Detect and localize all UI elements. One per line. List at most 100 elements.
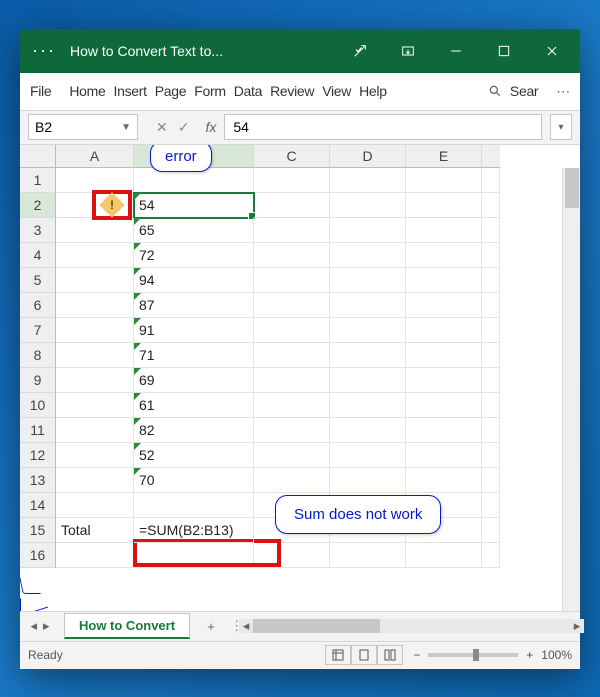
cell[interactable]: 69 [134, 368, 254, 393]
row-header[interactable]: 16 [20, 543, 56, 568]
ribbon-collapse-icon[interactable]: ⋯ [552, 83, 574, 100]
cell-b15[interactable]: =SUM(B2:B13) [134, 518, 254, 543]
cell[interactable] [330, 193, 406, 218]
row-header[interactable]: 5 [20, 268, 56, 293]
tab-file[interactable]: File [26, 83, 55, 99]
fx-icon[interactable]: fx [205, 119, 216, 135]
vertical-scrollbar[interactable] [562, 168, 580, 611]
cell[interactable] [254, 343, 330, 368]
add-sheet-button[interactable]: + [198, 613, 224, 639]
cell[interactable] [254, 418, 330, 443]
cell[interactable] [406, 393, 482, 418]
zoom-in-button[interactable]: + [526, 648, 533, 662]
row-header[interactable]: 7 [20, 318, 56, 343]
cell[interactable] [330, 168, 406, 193]
minimize-button[interactable] [432, 29, 480, 73]
cell[interactable] [406, 343, 482, 368]
row-header[interactable]: 15 [20, 518, 56, 543]
cell[interactable] [406, 443, 482, 468]
cell-a15[interactable]: Total [56, 518, 134, 543]
chevron-down-icon[interactable]: ▼ [121, 122, 131, 133]
cell[interactable] [330, 218, 406, 243]
row-header[interactable]: 4 [20, 243, 56, 268]
row-header[interactable]: 3 [20, 218, 56, 243]
cell[interactable] [330, 318, 406, 343]
tab-page[interactable]: Page [151, 83, 191, 99]
cell[interactable]: 87 [134, 293, 254, 318]
cell[interactable] [406, 318, 482, 343]
tab-review[interactable]: Review [266, 83, 318, 99]
cancel-formula-icon[interactable]: ✕ [156, 119, 168, 136]
tab-formulas[interactable]: Form [190, 83, 229, 99]
cell[interactable] [56, 318, 134, 343]
zoom-slider[interactable] [428, 653, 518, 657]
cell[interactable]: 70 [134, 468, 254, 493]
cell[interactable] [254, 318, 330, 343]
cell[interactable] [254, 368, 330, 393]
tab-insert[interactable]: Insert [110, 83, 151, 99]
cell[interactable] [330, 368, 406, 393]
cell[interactable] [56, 443, 134, 468]
cell[interactable] [330, 268, 406, 293]
cell[interactable] [56, 418, 134, 443]
cell[interactable] [330, 543, 406, 568]
cell[interactable] [134, 493, 254, 518]
sheet-tab-active[interactable]: How to Convert [64, 613, 190, 639]
search-button[interactable]: Sear [484, 83, 546, 99]
error-indicator[interactable]: ! [92, 190, 132, 220]
cell[interactable] [330, 243, 406, 268]
cell[interactable] [254, 193, 330, 218]
cell[interactable]: 82 [134, 418, 254, 443]
scrollbar-thumb[interactable] [253, 619, 380, 633]
cell[interactable] [56, 493, 134, 518]
cell[interactable] [330, 393, 406, 418]
cell[interactable] [406, 418, 482, 443]
cell[interactable]: 91 [134, 318, 254, 343]
cell[interactable] [254, 443, 330, 468]
cell[interactable] [56, 268, 134, 293]
sheet-nav[interactable]: ◂▸ [20, 618, 60, 634]
col-header-e[interactable]: E [406, 145, 482, 168]
horizontal-scrollbar[interactable]: ◂ ▸ [253, 619, 570, 633]
cell[interactable] [406, 168, 482, 193]
scroll-right-icon[interactable]: ▸ [570, 619, 584, 633]
col-header-c[interactable]: C [254, 145, 330, 168]
select-all-corner[interactable] [20, 145, 56, 168]
cell[interactable] [406, 293, 482, 318]
view-page-break-icon[interactable] [377, 645, 403, 665]
cell[interactable]: 61 [134, 393, 254, 418]
row-header[interactable]: 11 [20, 418, 56, 443]
formula-bar-expand-icon[interactable]: ▾ [550, 114, 572, 140]
col-header-a[interactable]: A [56, 145, 134, 168]
maximize-button[interactable] [480, 29, 528, 73]
cell[interactable] [56, 468, 134, 493]
view-normal-icon[interactable] [325, 645, 351, 665]
ribbon-display-icon[interactable] [384, 29, 432, 73]
close-button[interactable] [528, 29, 576, 73]
cell[interactable] [406, 243, 482, 268]
row-header[interactable]: 13 [20, 468, 56, 493]
cell[interactable] [406, 543, 482, 568]
cell[interactable] [330, 293, 406, 318]
cell[interactable] [330, 343, 406, 368]
tab-help[interactable]: Help [355, 83, 391, 99]
cell[interactable] [330, 443, 406, 468]
cell[interactable]: 71 [134, 343, 254, 368]
cell[interactable] [254, 243, 330, 268]
formula-bar-input[interactable]: 54 [224, 114, 542, 140]
cell[interactable] [134, 543, 254, 568]
cell[interactable] [406, 268, 482, 293]
cell[interactable] [330, 418, 406, 443]
cell[interactable] [254, 268, 330, 293]
name-box[interactable]: B2 ▼ [28, 114, 138, 140]
cell[interactable] [254, 468, 330, 493]
cell[interactable]: 52 [134, 443, 254, 468]
cell[interactable] [254, 168, 330, 193]
view-page-layout-icon[interactable] [351, 645, 377, 665]
row-header[interactable]: 9 [20, 368, 56, 393]
cell[interactable] [254, 218, 330, 243]
cell[interactable] [406, 193, 482, 218]
cell[interactable]: 65 [134, 218, 254, 243]
scroll-left-icon[interactable]: ◂ [239, 619, 253, 633]
row-header[interactable]: 6 [20, 293, 56, 318]
